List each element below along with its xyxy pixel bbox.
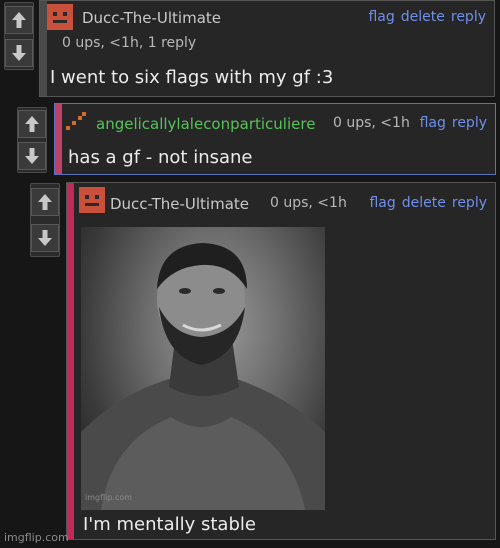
reply-link[interactable]: reply — [452, 115, 487, 131]
downvote-button[interactable] — [18, 142, 46, 170]
username[interactable]: angelicallylaleconparticuliere — [96, 115, 315, 133]
comment-actions: flag delete reply — [362, 9, 486, 25]
comment-text: has a gf - not insane — [68, 147, 253, 168]
avatar — [47, 4, 73, 30]
upvote-arrow-icon — [25, 116, 39, 132]
upvote-button[interactable] — [31, 188, 59, 216]
downvote-arrow-icon — [12, 45, 26, 61]
avatar — [79, 187, 105, 213]
vote-column — [4, 2, 34, 70]
thread-stripe — [55, 104, 62, 174]
comment: Ducc-The-Ultimate 0 ups, <1h flag delete r… — [66, 182, 496, 540]
gigachad-portrait-illustration — [81, 243, 325, 510]
comment-actions: flag reply — [414, 115, 487, 131]
upvote-arrow-icon — [38, 194, 52, 210]
image-watermark: imgflip.com — [85, 493, 133, 502]
downvote-arrow-icon — [38, 230, 52, 246]
flag-link[interactable]: flag — [368, 9, 394, 25]
thread-stripe — [67, 183, 74, 539]
reply-link[interactable]: reply — [452, 195, 487, 211]
delete-link[interactable]: delete — [401, 9, 445, 25]
downvote-button[interactable] — [31, 224, 59, 252]
site-watermark: imgflip.com — [4, 531, 69, 544]
username[interactable]: Ducc-The-Ultimate — [82, 9, 221, 27]
avatar — [64, 110, 88, 134]
username[interactable]: Ducc-The-Ultimate — [110, 195, 249, 213]
comment-meta: 0 ups, <1h, 1 reply — [62, 35, 197, 51]
thread-stripe — [40, 1, 47, 96]
comment-text: I'm mentally stable — [83, 514, 256, 535]
upvote-arrow-icon — [12, 12, 26, 28]
meme-image[interactable]: imgflip.com — [81, 227, 325, 510]
downvote-button[interactable] — [5, 39, 33, 67]
comment-meta: 0 ups, <1h — [270, 195, 347, 211]
reply-link[interactable]: reply — [451, 9, 486, 25]
upvote-button[interactable] — [5, 6, 33, 34]
vote-column — [30, 183, 60, 257]
flag-link[interactable]: flag — [420, 115, 446, 131]
comment-text: I went to six flags with my gf :3 — [50, 67, 334, 88]
comment-meta: 0 ups, <1h — [333, 115, 410, 131]
upvote-button[interactable] — [18, 110, 46, 138]
downvote-arrow-icon — [25, 148, 39, 164]
comment: Ducc-The-Ultimate flag delete reply 0 ups,… — [39, 0, 495, 97]
vote-column — [17, 107, 47, 173]
comment-actions: flag delete reply — [363, 195, 487, 211]
flag-link[interactable]: flag — [369, 195, 395, 211]
comment: angelicallylaleconparticuliere 0 ups, <1… — [54, 103, 496, 175]
delete-link[interactable]: delete — [402, 195, 446, 211]
